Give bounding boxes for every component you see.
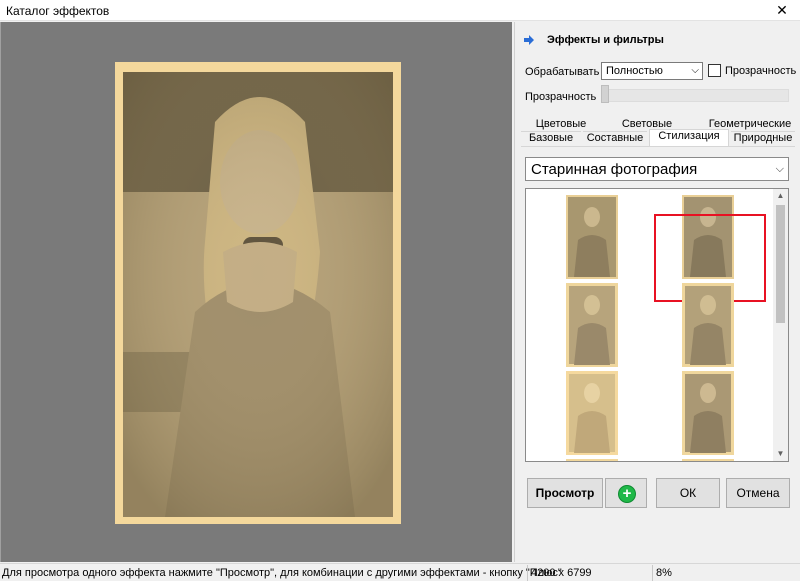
transparency-slider-label: Прозрачность xyxy=(525,91,597,103)
ok-button[interactable]: ОК xyxy=(656,478,720,508)
tab-natural[interactable]: Природные xyxy=(731,131,795,145)
chevron-down-icon: ⌵ xyxy=(691,65,699,76)
blue-arrow-icon xyxy=(523,34,535,46)
zoom-level: 8% xyxy=(656,567,672,579)
image-size: 4200 x 6799 xyxy=(531,567,592,579)
effects-panel: Эффекты и фильтры Обрабатывать Полностью… xyxy=(514,22,800,562)
effect-thumbnail[interactable] xyxy=(566,371,618,455)
tab-composite[interactable]: Составные xyxy=(583,131,647,145)
process-select-value: Полностью xyxy=(606,65,663,77)
window-title: Каталог эффектов xyxy=(6,4,110,18)
preview-button[interactable]: Просмотр xyxy=(527,478,603,508)
transparency-checkbox-label: Прозрачность xyxy=(725,65,797,77)
transparency-slider[interactable] xyxy=(601,89,789,102)
transparency-checkbox[interactable] xyxy=(708,64,721,77)
effect-select[interactable]: Старинная фотография ⌵ xyxy=(525,157,789,181)
title-bar: Каталог эффектов ✕ xyxy=(0,0,800,21)
status-bar: Для просмотра одного эффекта нажмите "Пр… xyxy=(0,563,800,581)
effect-gallery: ▲ ▼ xyxy=(525,188,789,462)
preview-image xyxy=(115,62,401,524)
plus-circle-icon: + xyxy=(618,485,636,503)
tab-color[interactable]: Цветовые xyxy=(535,118,587,132)
process-label: Обрабатывать xyxy=(525,66,600,78)
close-icon[interactable]: ✕ xyxy=(764,0,800,21)
cancel-button[interactable]: Отмена xyxy=(726,478,790,508)
status-divider xyxy=(527,565,528,581)
effect-thumbnail[interactable] xyxy=(566,283,618,367)
status-divider xyxy=(652,565,653,581)
effect-thumbnail[interactable] xyxy=(682,371,734,455)
effect-thumbnail[interactable] xyxy=(682,283,734,367)
status-message: Для просмотра одного эффекта нажмите "Пр… xyxy=(2,567,562,579)
preview-canvas xyxy=(0,22,512,562)
tab-basic[interactable]: Базовые xyxy=(521,131,581,145)
effect-thumbnail[interactable] xyxy=(566,195,618,279)
scroll-up-icon[interactable]: ▲ xyxy=(773,189,788,203)
gallery-scrollbar[interactable]: ▲ ▼ xyxy=(773,189,788,461)
effect-thumbnail[interactable] xyxy=(682,459,734,461)
add-effect-button[interactable]: + xyxy=(605,478,647,508)
process-select[interactable]: Полностью ⌵ xyxy=(601,62,703,80)
transparency-slider-thumb[interactable] xyxy=(601,85,609,103)
scrollbar-thumb[interactable] xyxy=(776,205,785,323)
panel-title: Эффекты и фильтры xyxy=(547,34,664,46)
tab-stylization[interactable]: Стилизация xyxy=(649,129,729,146)
chevron-down-icon: ⌵ xyxy=(775,163,784,175)
scroll-down-icon[interactable]: ▼ xyxy=(773,447,788,461)
effect-select-value: Старинная фотография xyxy=(531,161,698,178)
tab-divider xyxy=(521,146,795,147)
effect-tabs: Цветовые Световые Геометрические Базовые… xyxy=(521,118,795,146)
effect-thumbnail[interactable] xyxy=(566,459,618,461)
